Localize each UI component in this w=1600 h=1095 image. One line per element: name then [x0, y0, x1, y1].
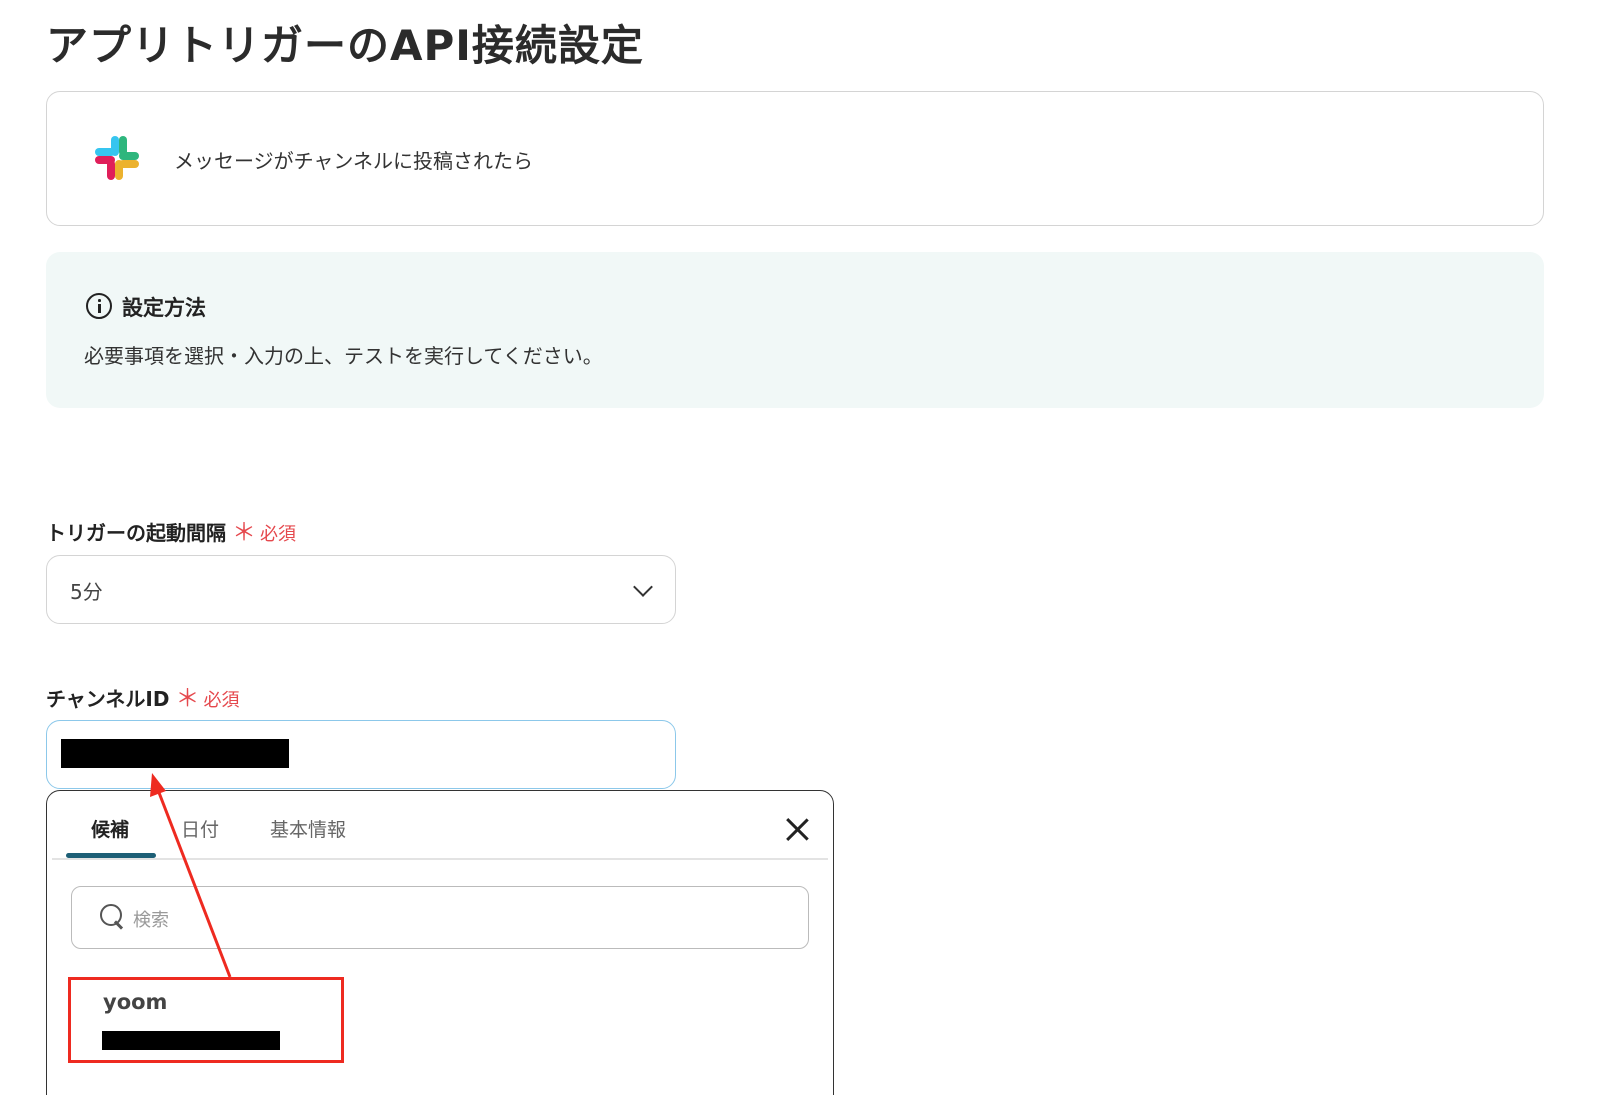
tab-date[interactable]: 日付	[181, 815, 219, 842]
tab-candidates[interactable]: 候補	[91, 815, 129, 842]
page-title: アプリトリガーのAPI接続設定	[46, 21, 644, 70]
info-circle-icon	[86, 293, 112, 319]
channel-field-label: チャンネルID ＊必須	[46, 678, 239, 713]
redacted-channel-id	[61, 739, 289, 768]
required-text: 必須	[260, 524, 296, 545]
interval-label-text: トリガーの起動間隔	[46, 521, 226, 545]
annotation-highlight-box	[68, 977, 344, 1063]
tab-divider	[52, 858, 828, 860]
close-icon[interactable]	[784, 816, 810, 842]
search-input[interactable]	[71, 886, 809, 949]
trigger-label: メッセージがチャンネルに投稿されたら	[174, 149, 533, 173]
search-placeholder: 検索	[133, 910, 169, 931]
required-text: 必須	[203, 690, 240, 711]
required-star: ＊	[232, 518, 256, 546]
info-body: 必要事項を選択・入力の上、テストを実行してください。	[84, 344, 603, 368]
required-star: ＊	[175, 684, 200, 712]
slack-logo-icon	[95, 136, 139, 180]
info-box	[46, 252, 1544, 408]
interval-field-label: トリガーの起動間隔＊必須	[46, 512, 296, 547]
channel-label-text: チャンネルID	[46, 687, 170, 711]
tab-basic-info[interactable]: 基本情報	[270, 815, 346, 842]
api-connection-settings-page: アプリトリガーのAPI接続設定 メッセージがチャンネルに投稿されたら 設定方法 …	[0, 0, 1600, 1095]
interval-select-value: 5分	[70, 580, 103, 604]
interval-select[interactable]	[46, 555, 676, 624]
info-title: 設定方法	[122, 296, 206, 320]
search-icon	[100, 904, 126, 930]
